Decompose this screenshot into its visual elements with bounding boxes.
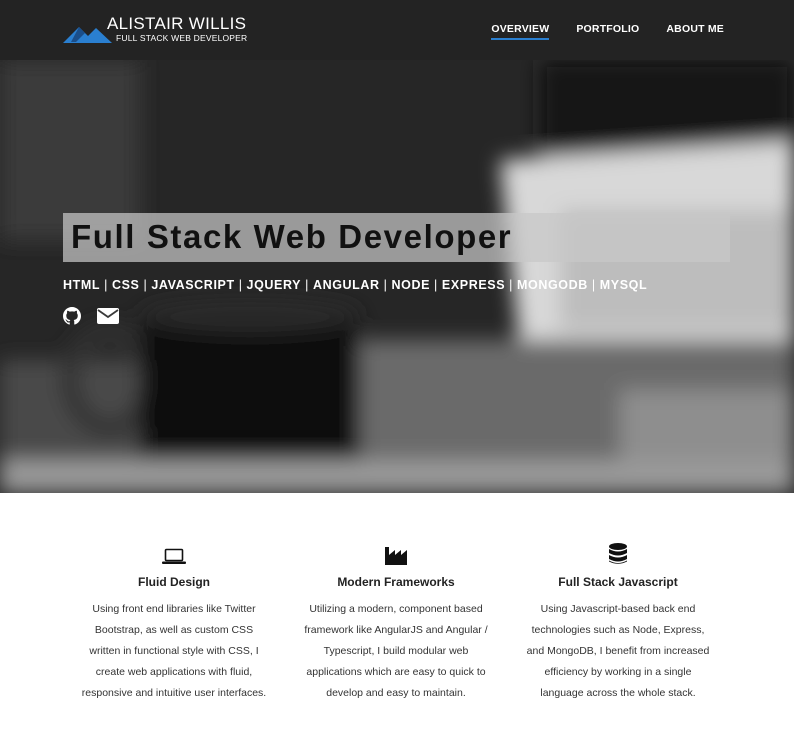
features-section: Fluid Design Using front end libraries l… xyxy=(0,493,794,734)
feature-line: language across the whole stack. xyxy=(540,687,696,699)
skill-item: ANGULAR xyxy=(312,278,380,292)
feature-title: Fluid Design xyxy=(138,575,210,589)
skill-item: HTML xyxy=(63,278,101,292)
skill-separator: | xyxy=(238,278,243,292)
skill-separator: | xyxy=(509,278,514,292)
feature-line: efficiency by working in a single xyxy=(544,666,692,678)
skills-list: HTML | CSS | JAVASCRIPT | JQUERY | ANGULAR | NODE |… xyxy=(63,278,647,292)
feature-line: create web applications with fluid, xyxy=(95,666,253,678)
feature-line: applications which are easy to quick to xyxy=(306,666,486,678)
feature-line: Typescript, I build modular web xyxy=(323,645,469,657)
feature-line: and MongoDB, I benefit from increased xyxy=(526,645,710,657)
skill-item: JAVASCRIPT xyxy=(151,278,235,292)
skill-item: MYSQL xyxy=(599,278,648,292)
skill-item: MONGODB xyxy=(517,278,588,292)
nav-item-about-me[interactable]: ABOUT ME xyxy=(666,23,724,35)
feature-line: Using Javascript-based back end xyxy=(540,603,696,615)
skill-item: EXPRESS xyxy=(441,278,506,292)
skill-separator: | xyxy=(591,278,596,292)
feature-modern-frameworks: Modern Frameworks Utilizing a modern, co… xyxy=(296,541,496,704)
industry-icon xyxy=(385,547,407,565)
hero-background-image xyxy=(0,60,794,493)
brand-subtitle: FULL STACK WEB DEVELOPER xyxy=(116,33,248,43)
feature-line: framework like AngularJS and Angular / xyxy=(304,624,488,636)
skill-separator: | xyxy=(434,278,438,292)
hero-title-box: Full Stack Web Developer xyxy=(63,213,730,262)
email-link[interactable] xyxy=(97,307,119,330)
feature-line: Utilizing a modern, component based xyxy=(309,603,483,615)
brand-name: ALISTAIR WILLIS xyxy=(107,14,247,33)
hero-title: Full Stack Web Developer xyxy=(71,218,513,255)
mountain-logo-icon xyxy=(63,27,112,43)
nav-item-overview[interactable]: OVERVIEW xyxy=(491,23,550,40)
feature-description: Utilizing a modern, component based fram… xyxy=(296,599,496,704)
feature-line: develop and easy to maintain. xyxy=(326,687,466,699)
github-icon xyxy=(63,307,81,325)
skill-item: CSS xyxy=(111,278,140,292)
skill-separator: | xyxy=(104,278,108,292)
feature-title: Modern Frameworks xyxy=(337,575,455,589)
hero-section: Full Stack Web Developer HTML | CSS | JAVASC… xyxy=(0,60,794,493)
skill-separator: | xyxy=(383,278,388,292)
feature-line: technologies such as Node, Express, xyxy=(531,624,705,636)
main-nav: OVERVIEW PORTFOLIO ABOUT ME xyxy=(464,23,724,40)
social-links xyxy=(63,307,135,330)
database-icon xyxy=(609,543,627,564)
nav-item-portfolio[interactable]: PORTFOLIO xyxy=(576,23,639,35)
laptop-icon xyxy=(162,548,186,564)
feature-line: Using front end libraries like Twitter xyxy=(92,603,256,615)
feature-description: Using Javascript-based back end technolo… xyxy=(518,599,718,704)
feature-line: written in functional style with CSS, I xyxy=(89,645,259,657)
skill-separator: | xyxy=(305,278,309,292)
feature-fluid-design: Fluid Design Using front end libraries l… xyxy=(74,541,274,704)
skill-separator: | xyxy=(143,278,148,292)
skill-item: NODE xyxy=(391,278,431,292)
envelope-icon xyxy=(97,308,119,324)
skill-item: JQUERY xyxy=(246,278,302,292)
navbar: ALISTAIR WILLIS FULL STACK WEB DEVELOPER… xyxy=(0,0,794,60)
feature-title: Full Stack Javascript xyxy=(558,575,678,589)
feature-line: responsive and intuitive user interfaces… xyxy=(81,687,267,699)
feature-description: Using front end libraries like Twitter B… xyxy=(74,599,274,704)
feature-line: Bootstrap, as well as custom CSS xyxy=(94,624,254,636)
feature-full-stack-javascript: Full Stack Javascript Using Javascript-b… xyxy=(518,541,718,704)
github-link[interactable] xyxy=(63,307,81,330)
